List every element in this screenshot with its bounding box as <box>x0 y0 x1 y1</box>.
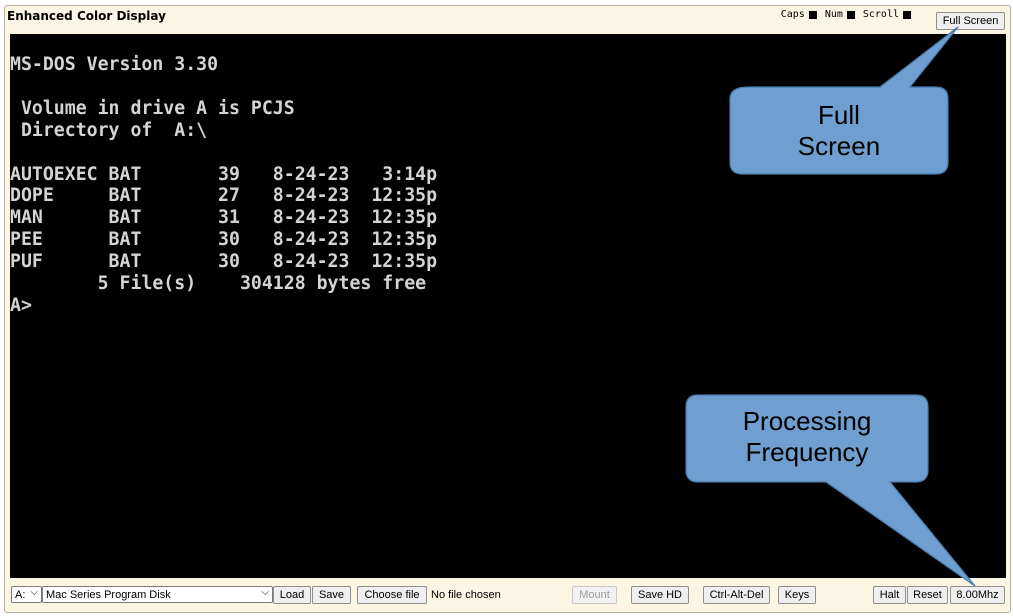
chevron-down-icon: ⌵ <box>30 587 38 598</box>
save-hd-button[interactable]: Save HD <box>631 586 689 604</box>
drive-select[interactable]: A: ⌵ <box>11 586 42 603</box>
full-screen-callout-line2: Screen <box>797 131 881 161</box>
keys-button[interactable]: Keys <box>778 586 816 604</box>
frequency-callout-line1: Processing <box>742 406 872 436</box>
halt-button[interactable]: Halt <box>873 586 906 604</box>
ctrl-alt-del-button[interactable]: Ctrl-Alt-Del <box>703 586 770 604</box>
chevron-down-icon: ⌵ <box>261 587 269 598</box>
drive-select-value: A: <box>15 588 26 601</box>
no-file-text: No file chosen <box>431 589 501 601</box>
choose-file-button[interactable]: Choose file <box>357 586 427 604</box>
speed-button[interactable]: 8.00Mhz <box>950 586 1005 604</box>
reset-button[interactable]: Reset <box>907 586 948 604</box>
frequency-callout: Processing Frequency <box>686 406 928 468</box>
full-screen-callout: Full Screen <box>730 100 948 162</box>
mount-button[interactable]: Mount <box>572 586 617 604</box>
callout-shapes <box>685 26 976 587</box>
save-button[interactable]: Save <box>312 586 351 604</box>
full-screen-callout-line1: Full <box>818 100 860 130</box>
disk-select[interactable]: Mac Series Program Disk ⌵ <box>42 586 273 603</box>
disk-select-value: Mac Series Program Disk <box>46 588 171 601</box>
frequency-callout-line2: Frequency <box>745 437 869 467</box>
load-button[interactable]: Load <box>273 586 311 604</box>
